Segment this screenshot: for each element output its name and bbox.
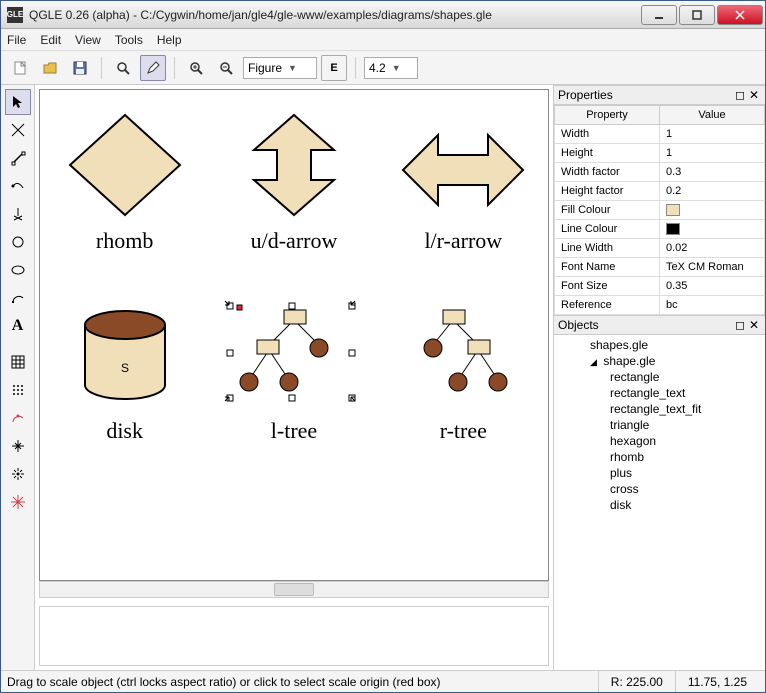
text-tool[interactable]: A bbox=[5, 313, 31, 339]
select-tool[interactable] bbox=[5, 89, 31, 115]
menu-view[interactable]: View bbox=[75, 33, 101, 47]
property-row[interactable]: Height1 bbox=[555, 144, 765, 163]
bottom-panel bbox=[39, 606, 549, 666]
objects-pane-header[interactable]: Objects ◻ ✕ bbox=[554, 315, 765, 335]
status-message: Drag to scale object (ctrl locks aspect … bbox=[7, 675, 441, 689]
circle-tool[interactable] bbox=[5, 229, 31, 255]
line-tool[interactable] bbox=[5, 145, 31, 171]
menu-help[interactable]: Help bbox=[157, 33, 182, 47]
property-row[interactable]: Line Width0.02 bbox=[555, 239, 765, 258]
tree-node-item[interactable]: disk bbox=[554, 497, 765, 513]
tree-node-root[interactable]: shapes.gle bbox=[554, 337, 765, 353]
save-file-button[interactable] bbox=[67, 55, 93, 81]
svg-text:S: S bbox=[121, 361, 129, 375]
tree-node-item[interactable]: rectangle bbox=[554, 369, 765, 385]
minimize-button[interactable] bbox=[641, 5, 677, 25]
properties-table: Property Value Width1Height1Width factor… bbox=[554, 105, 765, 315]
version-combo[interactable]: 4.2▼ bbox=[364, 57, 418, 79]
new-file-button[interactable] bbox=[7, 55, 33, 81]
menu-tools[interactable]: Tools bbox=[115, 33, 143, 47]
zoom-out-button[interactable] bbox=[213, 55, 239, 81]
property-row[interactable]: Font Size0.35 bbox=[555, 277, 765, 296]
close-pane-icon[interactable]: ✕ bbox=[747, 88, 761, 102]
property-row[interactable]: Width1 bbox=[555, 125, 765, 144]
properties-pane-header[interactable]: Properties ◻ ✕ bbox=[554, 85, 765, 105]
perpendicular-tool[interactable] bbox=[5, 201, 31, 227]
shape-rtree bbox=[398, 300, 528, 410]
shape-disk: S bbox=[70, 300, 180, 410]
drawing-canvas[interactable]: rhomb u/d-arrow l/r-arrow bbox=[39, 89, 549, 581]
app-icon: GLE bbox=[7, 7, 23, 23]
properties-col-key: Property bbox=[555, 106, 660, 125]
label-ud-arrow: u/d-arrow bbox=[251, 228, 338, 254]
snap-arc-tool[interactable] bbox=[5, 405, 31, 431]
properties-col-val: Value bbox=[660, 106, 765, 125]
tree-node-item[interactable]: hexagon bbox=[554, 433, 765, 449]
line-cross-tool[interactable] bbox=[5, 117, 31, 143]
status-bar: Drag to scale object (ctrl locks aspect … bbox=[1, 670, 765, 692]
toolbar: Figure▼ E 4.2▼ bbox=[1, 51, 765, 85]
export-button[interactable]: E bbox=[321, 55, 347, 81]
label-ltree: l-tree bbox=[271, 418, 317, 444]
close-pane-icon[interactable]: ✕ bbox=[747, 318, 761, 332]
property-row[interactable]: Height factor0.2 bbox=[555, 182, 765, 201]
menu-edit[interactable]: Edit bbox=[40, 33, 61, 47]
property-row[interactable]: Referencebc bbox=[555, 296, 765, 315]
property-row[interactable]: Width factor0.3 bbox=[555, 163, 765, 182]
shape-rhomb bbox=[65, 110, 185, 220]
zoom-in-button[interactable] bbox=[183, 55, 209, 81]
snap-inward-tool[interactable] bbox=[5, 433, 31, 459]
property-row[interactable]: Font NameTeX CM Roman bbox=[555, 258, 765, 277]
window-title: QGLE 0.26 (alpha) - C:/Cygwin/home/jan/g… bbox=[29, 8, 639, 22]
edit-tool-button[interactable] bbox=[140, 55, 166, 81]
shape-ud-arrow bbox=[239, 110, 349, 220]
horizontal-scrollbar[interactable] bbox=[39, 581, 549, 598]
open-file-button[interactable] bbox=[37, 55, 63, 81]
undock-icon[interactable]: ◻ bbox=[733, 318, 747, 332]
undock-icon[interactable]: ◻ bbox=[733, 88, 747, 102]
maximize-button[interactable] bbox=[679, 5, 715, 25]
property-row[interactable]: Line Colour bbox=[555, 220, 765, 239]
objects-tree[interactable]: shapes.gle ◢ shape.gle rectanglerectangl… bbox=[554, 335, 765, 670]
figure-combo[interactable]: Figure▼ bbox=[243, 57, 317, 79]
label-disk: disk bbox=[106, 418, 143, 444]
shape-ltree bbox=[219, 300, 369, 410]
tree-node-item[interactable]: rectangle_text bbox=[554, 385, 765, 401]
status-r: R: 225.00 bbox=[598, 671, 675, 692]
label-rhomb: rhomb bbox=[96, 228, 153, 254]
ellipse-tool[interactable] bbox=[5, 257, 31, 283]
close-button[interactable] bbox=[717, 5, 763, 25]
menu-file[interactable]: File bbox=[7, 33, 26, 47]
left-toolbox: A bbox=[1, 85, 35, 670]
status-xy: 11.75, 1.25 bbox=[675, 671, 759, 692]
grid-tool[interactable] bbox=[5, 349, 31, 375]
tree-node-item[interactable]: triangle bbox=[554, 417, 765, 433]
property-row[interactable]: Fill Colour bbox=[555, 201, 765, 220]
tree-node-item[interactable]: plus bbox=[554, 465, 765, 481]
snap-outward-tool[interactable] bbox=[5, 461, 31, 487]
arc-tool[interactable] bbox=[5, 285, 31, 311]
window-titlebar: GLE QGLE 0.26 (alpha) - C:/Cygwin/home/j… bbox=[1, 1, 765, 29]
tree-node-item[interactable]: rectangle_text_fit bbox=[554, 401, 765, 417]
label-rtree: r-tree bbox=[440, 418, 487, 444]
zoom-tool-button[interactable] bbox=[110, 55, 136, 81]
tree-node-item[interactable]: cross bbox=[554, 481, 765, 497]
menubar: File Edit View Tools Help bbox=[1, 29, 765, 51]
tree-node-item[interactable]: rhomb bbox=[554, 449, 765, 465]
tangent-tool[interactable] bbox=[5, 173, 31, 199]
snap-star-tool[interactable] bbox=[5, 489, 31, 515]
tree-node-child[interactable]: ◢ shape.gle bbox=[554, 353, 765, 369]
shape-lr-arrow bbox=[398, 120, 528, 220]
grid-dot-tool[interactable] bbox=[5, 377, 31, 403]
label-lr-arrow: l/r-arrow bbox=[424, 228, 502, 254]
